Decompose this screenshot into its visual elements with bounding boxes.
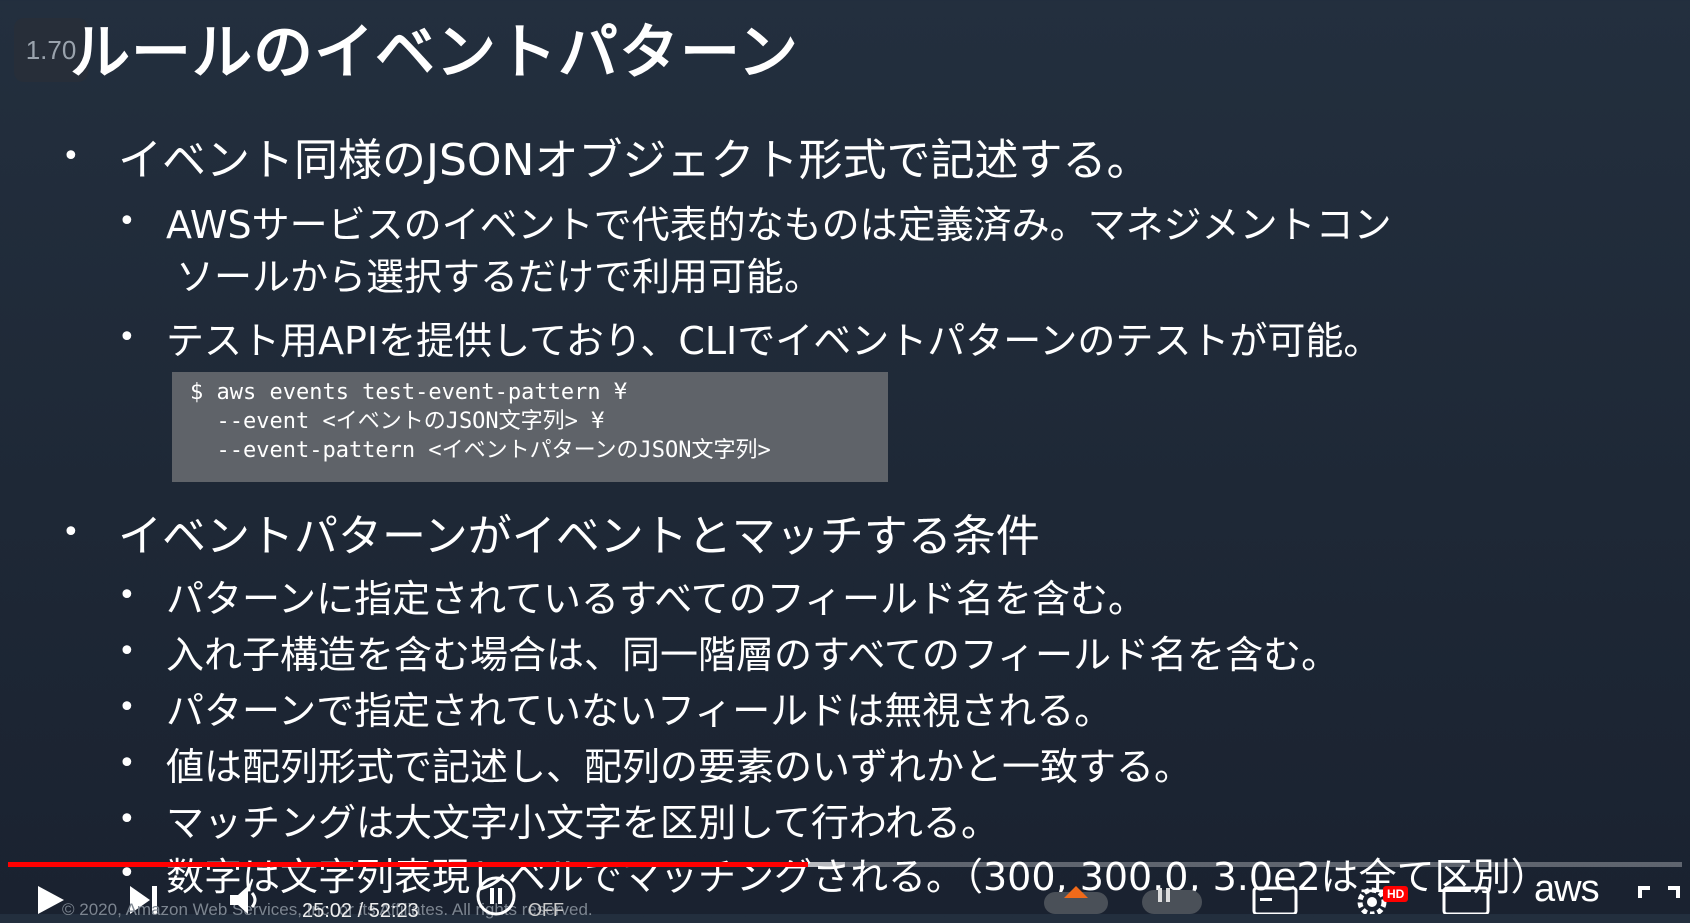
section-2-item-4: • 値は配列形式で記述し、配列の要素のいずれかと一致する。 — [118, 736, 1192, 791]
cli-code-block: $ aws events test-event-pattern ¥ --even… — [172, 372, 888, 482]
bullet-dot: • — [62, 514, 80, 550]
bullet-dot: • — [118, 204, 136, 239]
theater-icon — [1442, 886, 1490, 916]
section-2-item-3: • パターンで指定されていないフィールドは無視される。 — [118, 680, 1112, 735]
autoplay-toggle[interactable] — [474, 876, 520, 920]
time-display: 25:02 / 52:23 — [302, 900, 419, 922]
section-1-item-2-text: テスト用APIを提供しており、CLIでイベントパターンのテストが可能。 — [166, 319, 1382, 363]
pause-icon — [1142, 888, 1202, 914]
section-1-item-1-text: AWSサービスのイベントで代表的なものは定義済み。マネジメントコン — [166, 203, 1392, 247]
section-2-item-3-text: パターンで指定されていないフィールドは無視される。 — [166, 689, 1113, 733]
autoplay-state: OFF — [528, 900, 564, 920]
section-1-item-2: • テスト用APIを提供しており、CLIでイベントパターンのテストが可能。 — [118, 310, 1381, 365]
theater-mode-button[interactable] — [1442, 884, 1490, 918]
autoplay-icon — [476, 876, 516, 916]
home-icon — [1044, 886, 1108, 914]
miniplayer-button[interactable] — [1042, 884, 1110, 918]
slide-title: ルールのイベントパターン — [70, 18, 799, 88]
section-2-text: イベントパターンがイベントとマッチする条件 — [118, 511, 1040, 562]
pause-toggle-button[interactable] — [1140, 884, 1204, 918]
volume-button[interactable] — [228, 884, 262, 920]
section-2-item-2-text: 入れ子構造を含む場合は、同一階層のすべてのフィールド名を含む。 — [166, 633, 1340, 677]
section-1-item-1-continuation: ソールから選択するだけで利用可能。 — [176, 246, 822, 301]
section-2-item-5-text: マッチングは大文字小文字を区別して行われる。 — [166, 801, 999, 845]
fullscreen-icon — [1638, 886, 1680, 898]
section-1-item-1-text-cont: ソールから選択するだけで利用可能。 — [176, 255, 823, 299]
subtitles-button[interactable] — [1252, 884, 1298, 918]
bullet-dot: • — [118, 746, 136, 781]
bullet-dot: • — [118, 320, 136, 355]
section-2-item-2: • 入れ子構造を含む場合は、同一階層のすべてのフィールド名を含む。 — [118, 624, 1339, 679]
volume-icon — [230, 886, 257, 914]
section-1-item-1: • AWSサービスのイベントで代表的なものは定義済み。マネジメントコン — [118, 194, 1392, 249]
progress-played[interactable] — [8, 862, 809, 867]
player-controls: © 2020, Amazon Web Services, Inc. or its… — [0, 868, 1690, 922]
section-1-bullet: • イベント同様のJSONオブジェクト形式で記述する。 — [62, 124, 1150, 188]
section-2-item-5: • マッチングは大文字小文字を区別して行われる。 — [118, 792, 999, 847]
fullscreen-button[interactable] — [1638, 886, 1680, 918]
code-line-3: --event-pattern <イベントパターンのJSON文字列> — [190, 438, 771, 463]
section-2-item-1-text: パターンに指定されているすべてのフィールド名を含む。 — [166, 577, 1147, 621]
section-2-bullet: • イベントパターンがイベントとマッチする条件 — [62, 500, 1040, 564]
aws-logo: aws — [1534, 868, 1600, 910]
section-2-item-1: • パターンに指定されているすべてのフィールド名を含む。 — [118, 568, 1146, 623]
hd-badge: HD — [1383, 886, 1409, 902]
section-2-item-4-text: 値は配列形式で記述し、配列の要素のいずれかと一致する。 — [166, 745, 1193, 789]
bullet-dot: • — [62, 138, 80, 174]
bullet-dot: • — [118, 690, 136, 725]
code-line-1: $ aws events test-event-pattern ¥ — [190, 380, 628, 405]
bullet-dot: • — [118, 802, 136, 837]
code-line-2: --event <イベントのJSON文字列> ¥ — [190, 409, 605, 434]
subtitles-icon — [1252, 886, 1298, 916]
section-1-text: イベント同様のJSONオブジェクト形式で記述する。 — [118, 135, 1151, 186]
bullet-dot: • — [118, 634, 136, 669]
bullet-dot: • — [118, 578, 136, 613]
